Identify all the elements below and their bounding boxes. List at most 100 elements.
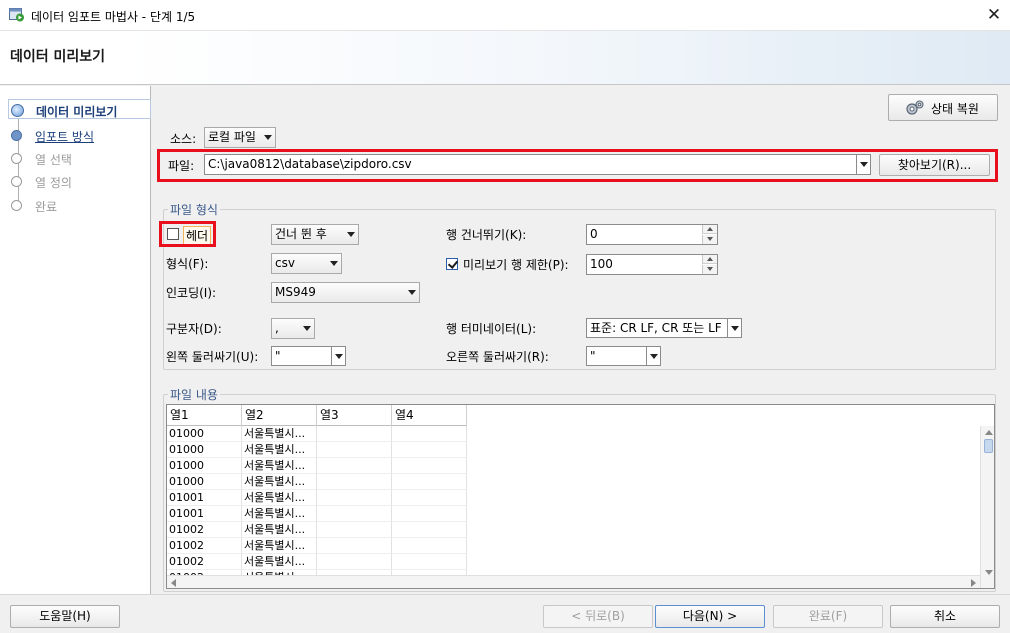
step-label: 열 정의: [35, 176, 72, 190]
spin-up-icon[interactable]: [702, 255, 717, 264]
table-cell: [392, 522, 467, 538]
right-enclosure-label: 오른쪽 둘러싸기(R):: [446, 350, 549, 364]
next-button[interactable]: 다음(N) >: [655, 605, 765, 628]
vertical-scrollbar[interactable]: [980, 426, 994, 588]
step-column-define: 열 정의: [8, 171, 151, 191]
encoding-select[interactable]: MS949: [271, 282, 420, 303]
table-cell: [317, 474, 392, 490]
horizontal-scrollbar[interactable]: [167, 575, 980, 588]
table-cell: 서울특별시...: [242, 458, 317, 474]
skip-rows-label: 행 건너뛰기(K):: [446, 228, 527, 242]
step-pending-icon: [11, 153, 22, 164]
format-select[interactable]: csv: [271, 253, 342, 274]
table-cell: [317, 426, 392, 442]
spin-down-icon[interactable]: [702, 265, 717, 274]
chevron-down-icon: [405, 283, 419, 302]
chevron-down-icon: [344, 225, 358, 244]
source-label: 소스:: [170, 132, 197, 146]
table-cell: 서울특별시...: [242, 554, 317, 570]
back-button[interactable]: < 뒤로(B): [543, 605, 653, 628]
chevron-down-icon: [646, 347, 660, 365]
chevron-down-icon: [331, 347, 345, 365]
step-pending-icon: [11, 200, 22, 211]
left-enclosure-select[interactable]: ": [271, 346, 346, 366]
restore-state-button[interactable]: 상태 복원: [888, 94, 998, 121]
header-position-select[interactable]: 건너 뛴 후: [271, 224, 359, 245]
table-cell: 서울특별시...: [242, 490, 317, 506]
chevron-down-icon: [300, 319, 314, 338]
table-cell: 서울특별시...: [242, 426, 317, 442]
table-cell: 서울특별시...: [242, 442, 317, 458]
table-cell: 서울특별시...: [242, 506, 317, 522]
finish-button[interactable]: 완료(F): [773, 605, 883, 628]
table-cell: [317, 522, 392, 538]
right-enclosure-select[interactable]: ": [586, 346, 661, 366]
chevron-down-icon: [327, 254, 341, 273]
line-terminator-value: 표준: CR LF, CR 또는 LF: [590, 321, 722, 335]
table-cell: [392, 458, 467, 474]
table-cell: [392, 490, 467, 506]
spin-down-icon[interactable]: [702, 235, 717, 244]
scroll-left-icon[interactable]: [171, 579, 176, 587]
table-cell: [392, 442, 467, 458]
step-import-method[interactable]: 임포트 방식: [8, 125, 151, 145]
table-cell: [317, 458, 392, 474]
table-cell: 01001: [167, 506, 242, 522]
file-content-title: 파일 내용: [168, 386, 220, 403]
table-cell: 01000: [167, 458, 242, 474]
line-terminator-select[interactable]: 표준: CR LF, CR 또는 LF: [586, 318, 742, 338]
encoding-label: 인코딩(I):: [166, 286, 217, 300]
scroll-up-icon[interactable]: [985, 430, 993, 435]
step-column-select: 열 선택: [8, 148, 151, 168]
wizard-header: 데이터 미리보기: [0, 31, 1010, 85]
line-terminator-label: 행 터미네이터(L):: [446, 322, 537, 336]
step-current-icon: [11, 104, 24, 117]
footer-divider: [0, 594, 1010, 595]
table-cell: 서울특별시...: [242, 474, 317, 490]
wizard-steps-sidebar: 데이터 미리보기 임포트 방식 열 선택 열 정의 완료: [0, 86, 151, 594]
encoding-value: MS949: [275, 285, 316, 299]
spin-up-icon[interactable]: [702, 225, 717, 234]
scroll-thumb[interactable]: [984, 439, 993, 453]
step-done-icon: [11, 130, 22, 141]
table-cell: 서울특별시...: [242, 538, 317, 554]
table-cell: [392, 474, 467, 490]
preview-limit-checkbox[interactable]: [446, 258, 458, 270]
page-title: 데이터 미리보기: [10, 49, 106, 65]
column-header[interactable]: 열3: [317, 405, 392, 426]
left-enclosure-label: 왼쪽 둘러싸기(U):: [166, 350, 259, 364]
column-header[interactable]: 열1: [167, 405, 242, 426]
header-position-value: 건너 뛴 후: [275, 227, 327, 241]
table-cell: [317, 442, 392, 458]
file-format-title: 파일 형식: [168, 201, 220, 218]
step-label: 열 선택: [35, 153, 72, 167]
preview-limit-stepper[interactable]: 100: [586, 254, 718, 275]
table-cell: [317, 538, 392, 554]
cancel-button[interactable]: 취소: [890, 605, 1000, 628]
scroll-down-icon[interactable]: [985, 570, 993, 575]
column-header[interactable]: 열4: [392, 405, 467, 426]
source-select[interactable]: 로컬 파일: [204, 127, 276, 148]
table-cell: 01001: [167, 490, 242, 506]
format-value: csv: [275, 256, 295, 270]
highlight-box-file: [157, 149, 998, 182]
window-title: 데이터 임포트 마법사 - 단계 1/5: [31, 10, 196, 24]
help-button[interactable]: 도움말(H): [10, 605, 120, 628]
preview-limit-value: 100: [590, 257, 613, 271]
skip-rows-value: 0: [590, 227, 598, 241]
source-value: 로컬 파일: [208, 130, 256, 144]
skip-rows-stepper[interactable]: 0: [586, 224, 718, 245]
scroll-right-icon[interactable]: [971, 579, 976, 587]
step-data-preview[interactable]: 데이터 미리보기: [8, 99, 151, 119]
preview-limit-label: 미리보기 행 제한(P):: [463, 258, 569, 272]
delimiter-label: 구분자(D):: [166, 322, 222, 336]
chevron-down-icon: [727, 319, 741, 337]
table-cell: 01000: [167, 442, 242, 458]
delimiter-select[interactable]: ,: [271, 318, 315, 339]
delimiter-value: ,: [275, 321, 279, 335]
table-cell: 01002: [167, 538, 242, 554]
format-label: 형식(F):: [166, 257, 209, 271]
window-titlebar: 데이터 임포트 마법사 - 단계 1/5 ✕: [0, 0, 1010, 31]
column-header[interactable]: 열2: [242, 405, 317, 426]
close-icon[interactable]: ✕: [982, 4, 1006, 26]
